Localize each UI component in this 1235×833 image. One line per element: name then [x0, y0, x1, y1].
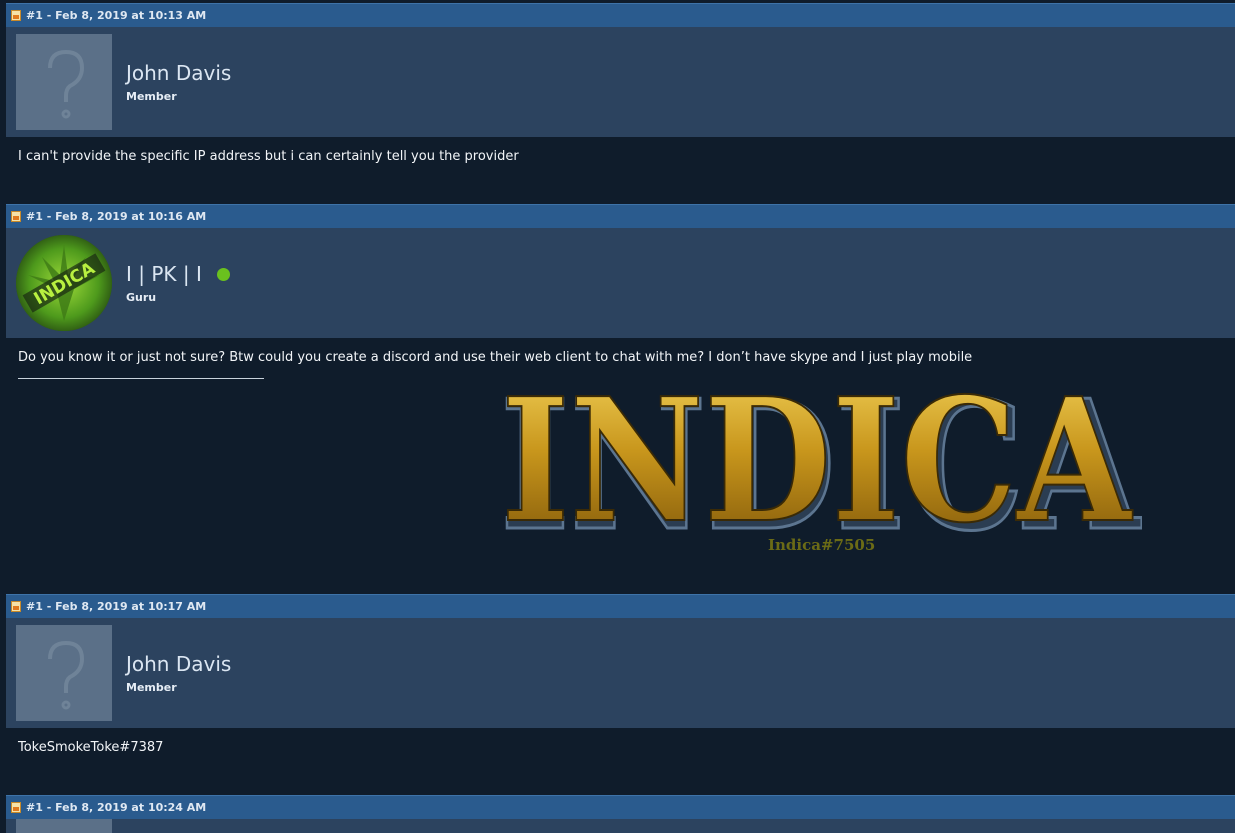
indica-signature-banner: INDICA INDICA	[499, 388, 1143, 538]
post-header-text: #1 - Feb 8, 2019 at 10:24 AM	[26, 801, 207, 814]
post: #1 - Feb 8, 2019 at 10:16 AM INDICA I | …	[6, 204, 1235, 594]
avatar[interactable]	[16, 34, 112, 130]
indica-avatar-image: INDICA	[16, 235, 112, 331]
document-icon	[11, 802, 21, 813]
username[interactable]: John Davis	[126, 61, 231, 85]
document-icon	[11, 211, 21, 222]
username-text[interactable]: I | PK | I	[126, 262, 202, 286]
post-body-text: I can't provide the specific IP address …	[18, 149, 519, 164]
post-user-panel: John Davis Member	[6, 27, 1235, 137]
post-header-text: #1 - Feb 8, 2019 at 10:13 AM	[26, 9, 207, 22]
post: #1 - Feb 8, 2019 at 10:13 AM John Davis …	[6, 3, 1235, 204]
username[interactable]: John Davis	[126, 652, 231, 676]
online-status-icon	[216, 267, 230, 281]
post-header[interactable]: #1 - Feb 8, 2019 at 10:24 AM	[6, 795, 1235, 819]
post-user-panel	[6, 819, 1235, 833]
avatar[interactable]	[16, 819, 112, 833]
post-body: Do you know it or just not sure? Btw cou…	[6, 338, 1235, 594]
document-icon	[11, 601, 21, 612]
post: #1 - Feb 8, 2019 at 10:24 AM	[6, 795, 1235, 833]
signature-divider	[18, 378, 264, 379]
user-role: Member	[126, 90, 177, 103]
post-header-text: #1 - Feb 8, 2019 at 10:16 AM	[26, 210, 207, 223]
post-header-text: #1 - Feb 8, 2019 at 10:17 AM	[26, 600, 207, 613]
post-user-panel: John Davis Member	[6, 618, 1235, 728]
user-role: Member	[126, 681, 177, 694]
post-header[interactable]: #1 - Feb 8, 2019 at 10:17 AM	[6, 594, 1235, 618]
user-info: I | PK | I Guru	[126, 262, 230, 304]
signature-handle: Indica#7505	[768, 536, 876, 554]
user-role: Guru	[126, 291, 157, 304]
post-body-text: Do you know it or just not sure? Btw cou…	[18, 350, 973, 365]
post-header[interactable]: #1 - Feb 8, 2019 at 10:13 AM	[6, 3, 1235, 27]
post: #1 - Feb 8, 2019 at 10:17 AM John Davis …	[6, 594, 1235, 795]
post-user-panel: INDICA I | PK | I Guru	[6, 228, 1235, 338]
post-header[interactable]: #1 - Feb 8, 2019 at 10:16 AM	[6, 204, 1235, 228]
post-body: I can't provide the specific IP address …	[6, 137, 1235, 204]
default-avatar-icon	[48, 49, 85, 119]
default-avatar-icon	[48, 640, 85, 710]
user-info: John Davis Member	[126, 652, 231, 694]
post-body-text: TokeSmokeToke#7387	[18, 740, 164, 755]
avatar[interactable]: INDICA	[16, 235, 112, 331]
username-text[interactable]: John Davis	[126, 652, 231, 676]
user-info: John Davis Member	[126, 61, 231, 103]
username[interactable]: I | PK | I	[126, 262, 230, 286]
banner-text: INDICA	[501, 388, 1133, 538]
avatar[interactable]	[16, 625, 112, 721]
document-icon	[11, 10, 21, 21]
post-body: TokeSmokeToke#7387	[6, 728, 1235, 795]
username-text[interactable]: John Davis	[126, 61, 231, 85]
